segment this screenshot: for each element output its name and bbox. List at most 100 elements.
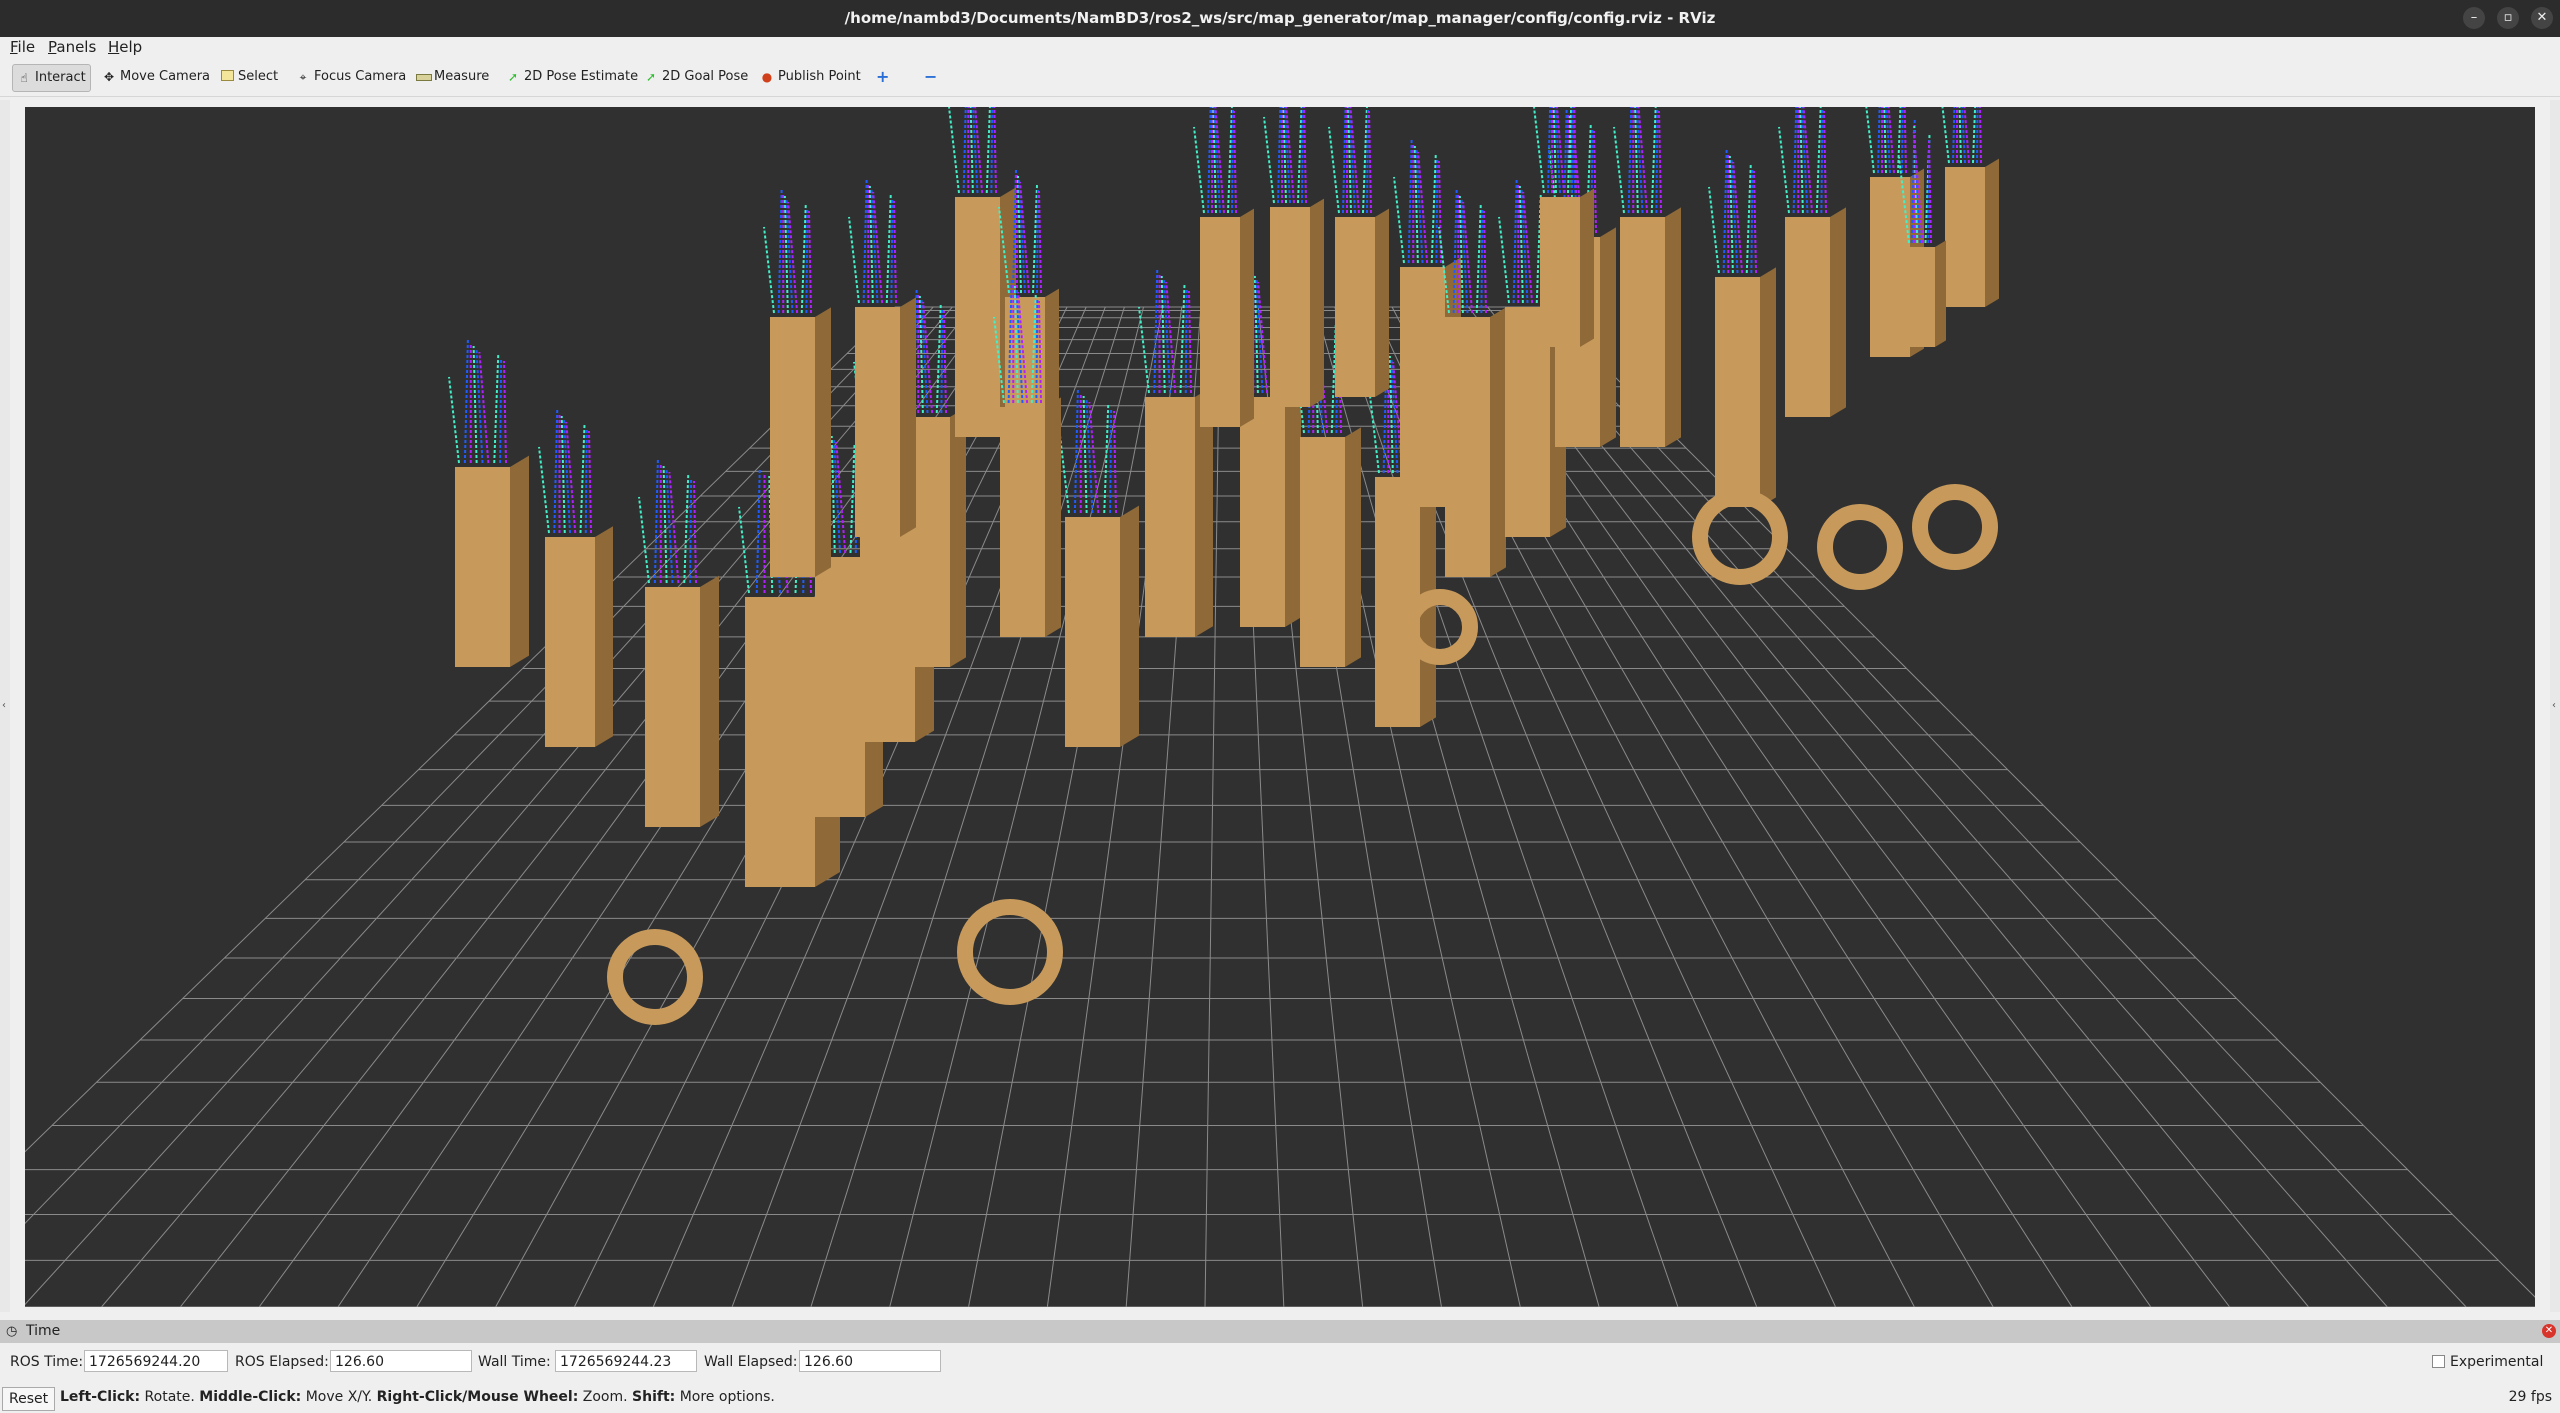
obstacle-column: [815, 557, 865, 817]
trajectory-plume: [1233, 110, 1237, 214]
experimental-checkbox[interactable]: [2432, 1355, 2445, 1368]
obstacle-side: [1285, 387, 1301, 627]
left-dock-handle[interactable]: ‹: [0, 100, 10, 1312]
add-tool-button[interactable]: +: [872, 64, 893, 90]
trajectory-plume: [990, 107, 994, 194]
obstacle-column: [1785, 217, 1830, 417]
window-title: /home/nambd3/Documents/NamBD3/ros2_ws/sr…: [844, 9, 1716, 27]
trajectory-plume: [1823, 110, 1827, 214]
trajectory-plume: [1958, 107, 1962, 164]
menu-panels[interactable]: Panels: [48, 38, 96, 56]
wall-time-field[interactable]: 1726569244.23: [555, 1350, 697, 1372]
tool-select[interactable]: Select: [216, 64, 282, 90]
tool-2d-goal-pose[interactable]: ➚ 2D Goal Pose: [640, 64, 752, 90]
render-viewport[interactable]: [25, 107, 2535, 1307]
trajectory-plume: [943, 310, 947, 414]
tool-interact[interactable]: ☝ Interact: [12, 64, 91, 92]
trajectory-plume: [1778, 126, 1790, 214]
obstacle-side: [1120, 505, 1139, 747]
tool-2d-pose-estimate[interactable]: ➚ 2D Pose Estimate: [502, 64, 642, 90]
trajectory-plume: [1073, 389, 1079, 514]
3d-scene[interactable]: [25, 107, 2535, 1307]
trajectory-plume: [475, 348, 484, 464]
obstacle-side: [900, 297, 916, 537]
tool-move-camera[interactable]: ✥ Move Camera: [98, 64, 214, 90]
obstacle-side: [595, 526, 613, 747]
ring-obstacle: [1817, 504, 1903, 590]
wall-time-label: Wall Time:: [478, 1354, 551, 1370]
green-arrow-icon: ➚: [645, 70, 657, 84]
ros-elapsed-label: ROS Elapsed:: [235, 1354, 329, 1370]
trajectory-plume: [1518, 185, 1524, 304]
trajectory-plume: [1877, 107, 1881, 174]
minimize-button[interactable]: –: [2463, 7, 2485, 29]
hint-left-click-desc: Rotate.: [140, 1389, 200, 1405]
obstacle-column: [1300, 437, 1345, 667]
trajectory-plume: [588, 430, 592, 534]
trajectory-plume: [1153, 269, 1159, 394]
remove-tool-button[interactable]: −: [920, 64, 941, 90]
menu-file[interactable]: File: [10, 38, 35, 56]
tool-publish-point[interactable]: ● Publish Point: [756, 64, 865, 90]
trajectory-plume: [579, 424, 586, 534]
trajectory-plume: [1547, 107, 1552, 194]
ros-time-field[interactable]: 1726569244.20: [84, 1350, 228, 1372]
trajectory-plume: [1883, 107, 1887, 174]
trajectory-plume: [890, 197, 894, 304]
ring-obstacle: [957, 899, 1063, 1005]
tool-focus-camera[interactable]: ⌖ Focus Camera: [292, 64, 410, 90]
trajectory-plume: [935, 304, 942, 414]
trajectory-plume: [665, 468, 674, 584]
trajectory-plume: [1552, 107, 1557, 194]
obstacle-column: [455, 467, 510, 667]
trajectory-plume: [1745, 164, 1752, 274]
wall-elapsed-label: Wall Elapsed:: [704, 1354, 798, 1370]
mouse-hint: Left-Click: Rotate. Middle-Click: Move X…: [60, 1389, 775, 1405]
trajectory-plume: [1753, 170, 1757, 274]
obstacle-column: [1000, 407, 1045, 637]
obstacle-side: [1830, 207, 1846, 417]
trajectory-plume: [662, 465, 668, 584]
trajectory-plume: [1976, 107, 1979, 164]
trajectory-plume: [1792, 107, 1798, 214]
trajectory-plume: [560, 415, 566, 534]
chevron-left-icon: ‹: [2, 700, 6, 711]
trajectory-plume: [1435, 157, 1439, 264]
grid-line: [1487, 306, 2309, 1307]
wall-elapsed-field[interactable]: 126.60: [799, 1350, 941, 1372]
trajectory-plume: [1571, 107, 1574, 194]
obstacle-column: [745, 597, 815, 887]
trajectory-plume: [1903, 107, 1907, 174]
trajectory-plume: [1231, 107, 1234, 214]
ros-elapsed-field[interactable]: 126.60: [330, 1350, 472, 1372]
map-pin-icon: ●: [761, 70, 773, 84]
trajectory-plume: [1593, 130, 1597, 234]
trajectory-plume: [1613, 126, 1625, 214]
menu-help-label: elp: [119, 38, 143, 56]
obstacle-column: [1540, 197, 1580, 347]
trajectory-plume: [948, 107, 960, 194]
trajectory-plume: [1865, 107, 1875, 174]
trajectory-plume: [1708, 186, 1720, 274]
trajectory-plume: [763, 226, 775, 314]
obstacle-side: [1600, 227, 1616, 447]
maximize-button[interactable]: ▫: [2497, 7, 2519, 29]
obstacle-column: [545, 537, 595, 747]
tool-measure[interactable]: Measure: [412, 64, 493, 90]
hint-right-click-desc: Zoom.: [578, 1389, 633, 1405]
trajectory-plume: [1366, 107, 1369, 214]
trajectory-plume: [830, 435, 836, 554]
close-panel-icon[interactable]: ✕: [2542, 1324, 2556, 1338]
obstacle-column: [1270, 207, 1310, 407]
obstacle-side: [510, 455, 529, 667]
close-button[interactable]: ✕: [2531, 7, 2553, 29]
move-camera-icon: ✥: [103, 70, 115, 84]
trajectory-plume: [1184, 287, 1188, 394]
menu-help[interactable]: Help: [108, 38, 142, 56]
menu-panels-label: anels: [56, 38, 97, 56]
ros-time-label: ROS Time:: [10, 1354, 84, 1370]
obstacle-column: [1620, 217, 1665, 447]
ring-obstacle: [1912, 484, 1998, 570]
right-dock-handle[interactable]: ‹: [2550, 100, 2560, 1312]
reset-button[interactable]: Reset: [2, 1387, 56, 1411]
